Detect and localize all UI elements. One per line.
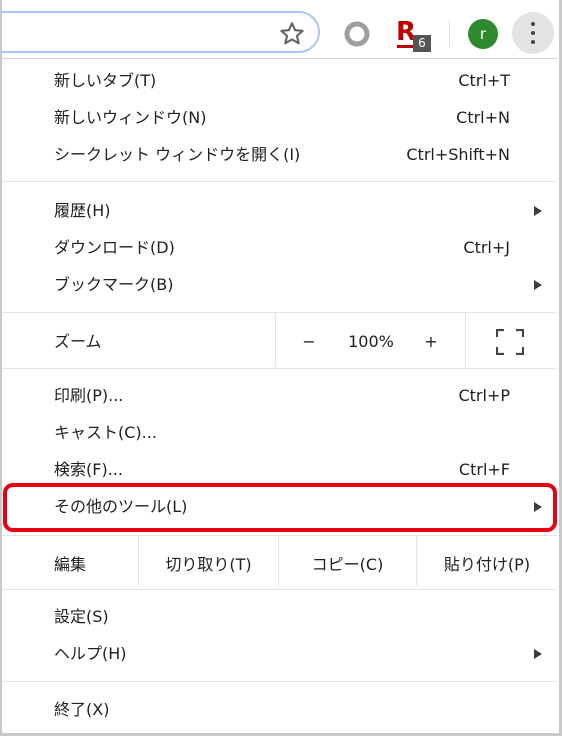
menu-item-label: シークレット ウィンドウを開く(I)	[54, 145, 301, 164]
menu-item-incognito-window[interactable]: シークレット ウィンドウを開く(I) Ctrl+Shift+N	[2, 137, 557, 173]
extension-ring-icon[interactable]	[342, 19, 372, 49]
more-tools-highlight-box	[3, 483, 557, 532]
browser-toolbar: R 6 r	[0, 0, 562, 58]
chrome-app-menu: 新しいタブ(T) Ctrl+T 新しいウィンドウ(N) Ctrl+N シークレッ…	[2, 58, 557, 734]
copy-button[interactable]: コピー(C)	[279, 543, 416, 587]
menu-separator	[2, 368, 557, 369]
menu-item-settings[interactable]: 設定(S)	[2, 599, 557, 635]
rakuten-extension-icon[interactable]: R 6	[396, 18, 436, 54]
menu-item-label: 終了(X)	[54, 700, 110, 719]
zoom-out-button[interactable]: −	[294, 318, 324, 366]
rakuten-underline	[397, 45, 413, 48]
menu-separator	[2, 312, 557, 313]
menu-item-label: キャスト(C)...	[54, 423, 157, 442]
menu-item-label: 新しいウィンドウ(N)	[54, 108, 207, 127]
zoom-in-button[interactable]: +	[416, 318, 446, 366]
submenu-arrow-icon	[534, 649, 542, 659]
menu-item-help[interactable]: ヘルプ(H)	[2, 636, 557, 672]
menu-item-shortcut: Ctrl+Shift+N	[406, 145, 510, 164]
menu-item-label: 履歴(H)	[54, 201, 111, 220]
menu-item-shortcut: Ctrl+T	[458, 71, 510, 90]
menu-item-new-tab[interactable]: 新しいタブ(T) Ctrl+T	[2, 63, 557, 99]
menu-item-cast[interactable]: キャスト(C)...	[2, 415, 557, 451]
menu-item-label: 印刷(P)...	[54, 386, 124, 405]
extension-badge: 6	[413, 35, 431, 52]
menu-item-shortcut: Ctrl+J	[463, 238, 510, 257]
zoom-divider	[465, 313, 466, 367]
paste-button[interactable]: 貼り付け(P)	[417, 543, 557, 587]
menu-item-label: 設定(S)	[54, 607, 109, 626]
menu-item-new-window[interactable]: 新しいウィンドウ(N) Ctrl+N	[2, 100, 557, 136]
zoom-label: ズーム	[54, 332, 102, 351]
toolbar-separator	[449, 21, 450, 47]
fullscreen-icon[interactable]	[496, 329, 524, 355]
menu-item-bookmarks[interactable]: ブックマーク(B)	[2, 267, 557, 303]
menu-dot-icon	[531, 40, 535, 44]
submenu-arrow-icon	[534, 280, 542, 290]
menu-item-history[interactable]: 履歴(H)	[2, 193, 557, 229]
address-bar[interactable]	[0, 11, 320, 53]
menu-item-shortcut: Ctrl+P	[458, 386, 510, 405]
menu-item-print[interactable]: 印刷(P)... Ctrl+P	[2, 378, 557, 414]
submenu-arrow-icon	[534, 206, 542, 216]
menu-dot-icon	[531, 31, 535, 35]
cut-button[interactable]: 切り取り(T)	[139, 543, 278, 587]
profile-avatar[interactable]: r	[468, 19, 498, 49]
menu-separator	[2, 589, 557, 590]
menu-separator	[2, 181, 557, 182]
zoom-divider	[275, 313, 276, 367]
window-border	[0, 0, 2, 736]
menu-item-label: ヘルプ(H)	[54, 644, 127, 663]
edit-label: 編集	[54, 555, 87, 574]
menu-dot-icon	[531, 22, 535, 26]
menu-item-label: 新しいタブ(T)	[54, 71, 157, 90]
chrome-menu-button[interactable]	[512, 12, 554, 54]
menu-item-label: ダウンロード(D)	[54, 238, 175, 257]
menu-item-label: ブックマーク(B)	[54, 275, 174, 294]
menu-item-downloads[interactable]: ダウンロード(D) Ctrl+J	[2, 230, 557, 266]
menu-separator	[2, 535, 557, 536]
bookmark-star-icon[interactable]	[278, 20, 306, 48]
menu-item-shortcut: Ctrl+N	[456, 108, 510, 127]
menu-item-exit[interactable]: 終了(X)	[2, 692, 557, 728]
menu-separator	[2, 681, 557, 682]
zoom-level: 100%	[348, 332, 394, 351]
